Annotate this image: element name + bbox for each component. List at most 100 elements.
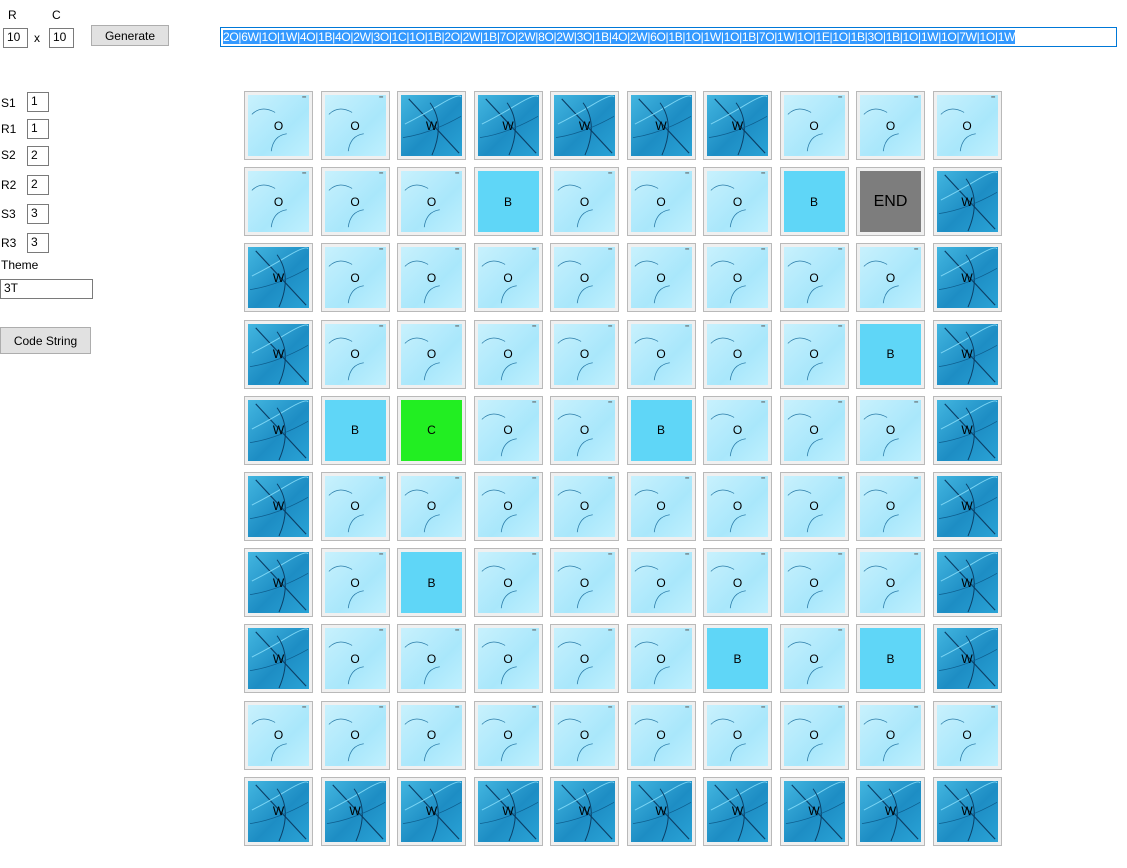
grid-cell[interactable]: O bbox=[473, 243, 543, 313]
grid-cell[interactable]: O bbox=[473, 624, 543, 694]
grid-cell[interactable]: O bbox=[550, 471, 619, 541]
grid-cell[interactable]: O bbox=[550, 624, 619, 694]
grid-cell[interactable]: O bbox=[856, 700, 925, 770]
grid-cell[interactable]: O bbox=[626, 167, 696, 237]
s3-input[interactable]: 3 bbox=[27, 204, 49, 224]
grid-cell[interactable]: B bbox=[626, 395, 696, 465]
theme-input[interactable]: 3T bbox=[0, 279, 93, 299]
grid-cell[interactable]: W bbox=[244, 624, 313, 694]
grid-cell[interactable]: O bbox=[397, 319, 466, 389]
grid-cell[interactable]: O bbox=[550, 700, 619, 770]
grid-cell[interactable]: O bbox=[550, 319, 619, 389]
grid-cell[interactable]: W bbox=[932, 624, 1002, 694]
grid-cell[interactable]: O bbox=[320, 548, 390, 618]
grid-cell[interactable]: W bbox=[397, 91, 466, 160]
grid-cell[interactable]: W bbox=[703, 91, 772, 160]
grid-cell[interactable]: W bbox=[550, 776, 619, 846]
grid-cell[interactable]: O bbox=[550, 395, 619, 465]
grid-cell[interactable]: O bbox=[473, 395, 543, 465]
grid-cell[interactable]: W bbox=[244, 471, 313, 541]
grid-cell[interactable]: W bbox=[320, 776, 390, 846]
grid-cell[interactable]: O bbox=[320, 700, 390, 770]
grid-cell[interactable]: W bbox=[473, 776, 543, 846]
grid-cell[interactable]: B bbox=[397, 548, 466, 618]
grid-cell[interactable]: O bbox=[473, 471, 543, 541]
s1-input[interactable]: 1 bbox=[27, 92, 49, 112]
grid-cell[interactable]: B bbox=[320, 395, 390, 465]
grid-cell[interactable]: W bbox=[244, 319, 313, 389]
grid-cell[interactable]: O bbox=[932, 91, 1002, 160]
grid-cell[interactable]: O bbox=[626, 471, 696, 541]
grid-cell[interactable]: O bbox=[397, 243, 466, 313]
grid-cell[interactable]: W bbox=[779, 776, 849, 846]
grid-cell[interactable]: W bbox=[473, 91, 543, 160]
grid-cell[interactable]: B bbox=[856, 624, 925, 694]
grid-cell[interactable]: W bbox=[244, 395, 313, 465]
grid-cell[interactable]: O bbox=[320, 167, 390, 237]
grid-cell[interactable]: O bbox=[626, 700, 696, 770]
r2-input[interactable]: 2 bbox=[27, 175, 49, 195]
grid-cell[interactable]: O bbox=[779, 700, 849, 770]
code-string-button[interactable]: Code String bbox=[0, 327, 91, 354]
grid-cell[interactable]: O bbox=[473, 548, 543, 618]
grid-cell[interactable]: W bbox=[932, 167, 1002, 237]
grid-cell[interactable]: O bbox=[703, 243, 772, 313]
grid-cell[interactable]: O bbox=[320, 624, 390, 694]
r1-input[interactable]: 1 bbox=[27, 119, 49, 139]
grid-cell[interactable]: END bbox=[856, 167, 925, 237]
grid-cell[interactable]: W bbox=[244, 243, 313, 313]
grid-cell[interactable]: O bbox=[703, 471, 772, 541]
grid-cell[interactable]: O bbox=[397, 700, 466, 770]
r3-input[interactable]: 3 bbox=[27, 233, 49, 253]
grid-cell[interactable]: O bbox=[626, 243, 696, 313]
generate-button[interactable]: Generate bbox=[91, 25, 169, 46]
grid-cell[interactable]: O bbox=[550, 167, 619, 237]
grid-cell[interactable]: O bbox=[626, 319, 696, 389]
grid-cell[interactable]: B bbox=[703, 624, 772, 694]
grid-cell[interactable]: O bbox=[703, 395, 772, 465]
grid-cell[interactable]: O bbox=[320, 91, 390, 160]
grid-cell[interactable]: O bbox=[779, 548, 849, 618]
grid-cell[interactable]: O bbox=[779, 624, 849, 694]
grid-cell[interactable]: O bbox=[856, 91, 925, 160]
grid-cell[interactable]: O bbox=[473, 319, 543, 389]
grid-cell[interactable]: O bbox=[626, 548, 696, 618]
grid-cell[interactable]: W bbox=[626, 776, 696, 846]
grid-cell[interactable]: O bbox=[856, 243, 925, 313]
grid-cell[interactable]: O bbox=[626, 624, 696, 694]
grid-cell[interactable]: O bbox=[779, 471, 849, 541]
grid-cell[interactable]: O bbox=[550, 243, 619, 313]
grid-cell[interactable]: O bbox=[397, 624, 466, 694]
grid-cell[interactable]: W bbox=[244, 548, 313, 618]
rows-input[interactable]: 10 bbox=[3, 28, 28, 48]
grid-cell[interactable]: O bbox=[932, 700, 1002, 770]
grid-cell[interactable]: O bbox=[703, 700, 772, 770]
grid-cell[interactable]: W bbox=[932, 548, 1002, 618]
grid-cell[interactable]: O bbox=[779, 243, 849, 313]
grid-cell[interactable]: W bbox=[932, 776, 1002, 846]
s2-input[interactable]: 2 bbox=[27, 146, 49, 166]
grid-cell[interactable]: B bbox=[473, 167, 543, 237]
grid-cell[interactable]: O bbox=[397, 167, 466, 237]
grid-cell[interactable]: B bbox=[856, 319, 925, 389]
grid-cell[interactable]: O bbox=[779, 91, 849, 160]
grid-cell[interactable]: W bbox=[932, 319, 1002, 389]
grid-cell[interactable]: O bbox=[473, 700, 543, 770]
grid-cell[interactable]: O bbox=[320, 471, 390, 541]
grid-cell[interactable]: W bbox=[244, 776, 313, 846]
grid-cell[interactable]: O bbox=[244, 91, 313, 160]
cols-input[interactable]: 10 bbox=[49, 28, 74, 48]
grid-cell[interactable]: O bbox=[320, 243, 390, 313]
grid-cell[interactable]: O bbox=[856, 395, 925, 465]
grid-cell[interactable]: O bbox=[397, 471, 466, 541]
grid-cell[interactable]: O bbox=[779, 319, 849, 389]
grid-cell[interactable]: O bbox=[320, 319, 390, 389]
grid-cell[interactable]: O bbox=[779, 395, 849, 465]
grid-cell[interactable]: O bbox=[703, 167, 772, 237]
grid-cell[interactable]: W bbox=[932, 395, 1002, 465]
grid-cell[interactable]: O bbox=[703, 319, 772, 389]
grid-cell[interactable]: O bbox=[244, 700, 313, 770]
grid-cell[interactable]: W bbox=[626, 91, 696, 160]
grid-cell[interactable]: W bbox=[932, 243, 1002, 313]
grid-cell[interactable]: O bbox=[550, 548, 619, 618]
